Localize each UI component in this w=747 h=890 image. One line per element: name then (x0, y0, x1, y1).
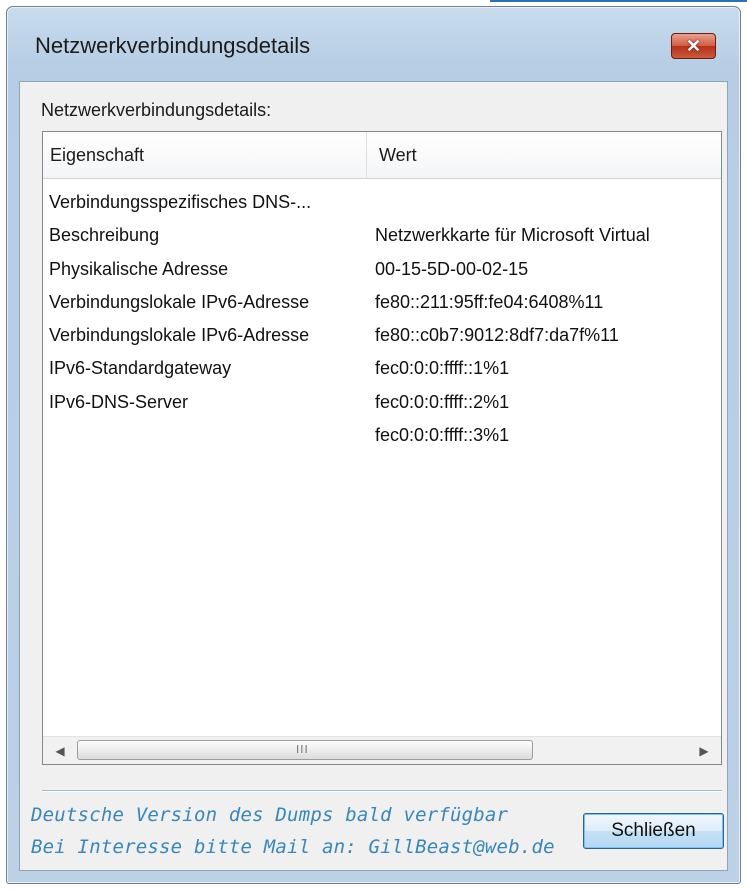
column-header-property[interactable]: Eigenschaft (43, 132, 367, 178)
note-line-2: Bei Interesse bitte Mail an: GillBeast@w… (31, 836, 555, 858)
grip-icon: III (296, 743, 309, 756)
value-cell: fe80::211:95ff:fe04:6408%11 (375, 291, 604, 312)
value-cell: Netzwerkkarte für Microsoft Virtual (375, 225, 650, 246)
network-details-dialog: Netzwerkverbindungsdetails ✕ Netzwerkver… (6, 6, 741, 884)
details-list-view[interactable]: Eigenschaft Wert Verbindungsspezifisches… (42, 131, 722, 765)
property-cell: Physikalische Adresse (49, 258, 229, 279)
table-row[interactable]: Physikalische Adresse 00-15-5D-00-02-15 (43, 253, 721, 286)
arrow-left-icon: ◀ (55, 743, 65, 758)
table-row[interactable]: Beschreibung Netzwerkkarte für Microsoft… (43, 219, 721, 252)
scroll-right-button[interactable]: ▶ (691, 737, 717, 764)
arrow-right-icon: ▶ (699, 743, 709, 758)
property-cell: Beschreibung (49, 225, 160, 246)
horizontal-scrollbar[interactable]: ◀ III ▶ (43, 736, 721, 764)
value-cell: fe80::c0b7:9012:8df7:da7f%11 (375, 325, 619, 346)
separator-line (42, 790, 722, 792)
property-cell (49, 419, 367, 452)
window-title: Netzwerkverbindungsdetails (35, 33, 311, 58)
scrollbar-thumb[interactable]: III (77, 740, 533, 760)
table-row[interactable]: Verbindungslokale IPv6-Adresse fe80::c0b… (43, 319, 721, 352)
close-window-button[interactable]: ✕ (671, 33, 716, 59)
list-header: Eigenschaft Wert (43, 132, 721, 179)
column-header-value[interactable]: Wert (367, 132, 721, 178)
list-rows: Verbindungsspezifisches DNS-... Beschrei… (43, 186, 721, 452)
dialog-client-area: Netzwerkverbindungsdetails: Eigenschaft … (19, 81, 728, 871)
table-row[interactable]: fec0:0:0:ffff::3%1 (43, 419, 721, 452)
close-dialog-button[interactable]: Schließen (583, 813, 724, 849)
property-cell: Verbindungslokale IPv6-Adresse (49, 291, 310, 312)
property-cell: IPv6-Standardgateway (49, 358, 232, 379)
property-cell: Verbindungsspezifisches DNS-... (49, 192, 312, 212)
scroll-left-button[interactable]: ◀ (47, 737, 73, 764)
value-cell: fec0:0:0:ffff::1%1 (375, 358, 510, 379)
property-cell: IPv6-DNS-Server (49, 391, 189, 412)
table-row[interactable]: IPv6-Standardgateway fec0:0:0:ffff::1%1 (43, 352, 721, 385)
close-icon: ✕ (685, 35, 702, 56)
value-cell: fec0:0:0:ffff::2%1 (375, 391, 510, 412)
value-cell: 00-15-5D-00-02-15 (375, 258, 529, 279)
details-group-label: Netzwerkverbindungsdetails: (41, 100, 272, 120)
top-accent-line (490, 0, 747, 2)
value-cell: fec0:0:0:ffff::3%1 (375, 425, 510, 446)
property-cell: Verbindungslokale IPv6-Adresse (49, 325, 310, 346)
value-cell (375, 186, 721, 219)
title-bar[interactable]: Netzwerkverbindungsdetails ✕ (7, 7, 740, 81)
table-row[interactable]: Verbindungsspezifisches DNS-... (43, 186, 721, 219)
table-row[interactable]: IPv6-DNS-Server fec0:0:0:ffff::2%1 (43, 386, 721, 419)
note-line-1: Deutsche Version des Dumps bald verfügba… (31, 804, 509, 826)
table-row[interactable]: Verbindungslokale IPv6-Adresse fe80::211… (43, 286, 721, 319)
